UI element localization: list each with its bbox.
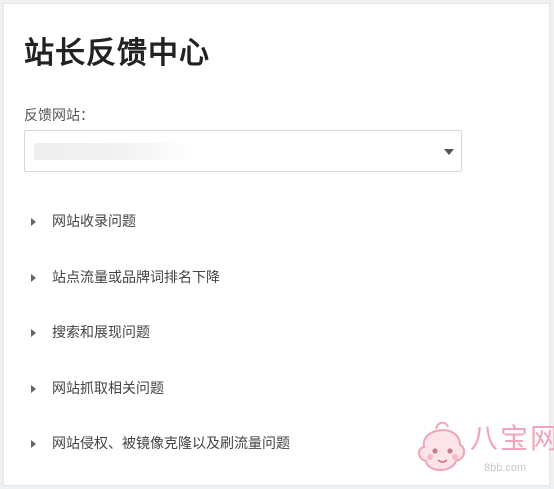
faq-item-traffic-ranking[interactable]: 站点流量或品牌词排名下降 (24, 256, 464, 312)
caret-right-icon (31, 218, 36, 226)
watermark-text: 八宝网 (470, 422, 554, 455)
faq-item-label: 站点流量或品牌词排名下降 (52, 269, 220, 286)
faq-item-label: 搜索和展现问题 (52, 325, 150, 341)
faq-item-label: 网站抓取相关问题 (52, 380, 164, 397)
feedback-panel: 站长反馈中心 反馈网站： example-site 网站收录问题 站点流量或品牌… (3, 3, 550, 486)
site-select-value: example-site (34, 143, 194, 160)
faq-item-crawling[interactable]: 网站抓取相关问题 (24, 367, 464, 423)
faq-item-search-display[interactable]: 搜索和展现问题 (24, 311, 464, 367)
baby-face-icon (418, 421, 466, 471)
faq-item-label: 网站收录问题 (52, 214, 136, 230)
faq-list: 网站收录问题 站点流量或品牌词排名下降 搜索和展现问题 网站抓取相关问题 网站侵… (24, 200, 464, 478)
page-title: 站长反馈中心 (24, 36, 210, 71)
watermark: 八宝网 8bb.com (414, 417, 554, 483)
faq-item-infringement[interactable]: 网站侵权、被镜像克隆以及刷流量问题 (24, 422, 464, 478)
site-field-label: 反馈网站： (24, 108, 94, 124)
caret-right-icon (31, 273, 36, 282)
site-select[interactable]: example-site (24, 130, 462, 172)
caret-right-icon (31, 440, 36, 448)
caret-right-icon (31, 329, 36, 337)
faq-item-indexing[interactable]: 网站收录问题 (24, 200, 464, 256)
faq-item-label: 网站侵权、被镜像克隆以及刷流量问题 (52, 436, 290, 452)
chevron-down-icon[interactable] (444, 149, 454, 155)
watermark-url: 8bb.com (484, 462, 527, 474)
caret-right-icon (31, 384, 36, 393)
